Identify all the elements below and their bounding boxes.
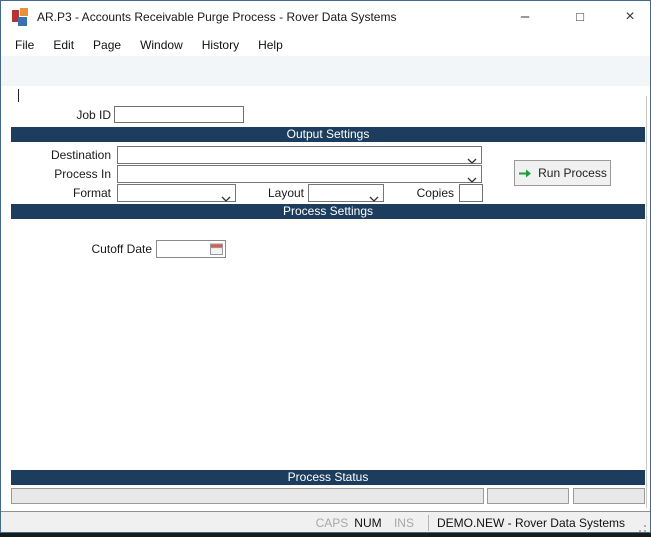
menu-page[interactable]: Page (93, 38, 121, 52)
format-label: Format (72, 186, 111, 200)
status-time-field (573, 488, 645, 504)
run-arrow-icon (519, 169, 532, 177)
window-title: AR.P3 - Accounts Receivable Purge Proces… (37, 10, 397, 24)
status-count-field (487, 488, 569, 504)
menu-help[interactable]: Help (258, 38, 283, 52)
num-lock-indicator: NUM (354, 516, 382, 530)
caps-lock-indicator: CAPS (315, 516, 349, 530)
scroll-track-line (646, 96, 647, 508)
layout-label: Layout (267, 186, 304, 200)
run-process-button[interactable]: Run Process (514, 160, 611, 186)
destination-dropdown[interactable] (117, 146, 482, 164)
calendar-icon[interactable] (210, 243, 223, 258)
copies-input[interactable] (459, 184, 483, 202)
process-in-label: Process In (54, 167, 111, 181)
cutoff-date-label: Cutoff Date (91, 242, 152, 256)
title-bar: AR.P3 - Accounts Receivable Purge Proces… (1, 1, 650, 33)
process-in-dropdown[interactable] (117, 165, 482, 183)
menu-window[interactable]: Window (140, 38, 183, 52)
insert-mode-indicator: INS (393, 516, 414, 530)
statusbar-divider (427, 515, 429, 531)
menu-file[interactable]: File (15, 38, 34, 52)
menu-edit[interactable]: Edit (53, 38, 74, 52)
output-settings-header: Output Settings (11, 127, 645, 142)
job-id-input[interactable] (114, 106, 244, 123)
menu-history[interactable]: History (202, 38, 239, 52)
status-bar: CAPS NUM INS DEMO.NEW - Rover Data Syste… (1, 511, 650, 533)
copies-label: Copies (416, 186, 454, 200)
status-message-field (11, 488, 484, 504)
app-logo-icon (12, 8, 30, 26)
menu-bar: File Edit Page Window History Help (1, 33, 650, 56)
destination-label: Destination (50, 148, 111, 162)
resize-grip[interactable] (635, 522, 647, 533)
minimize-button[interactable]: – (508, 3, 542, 31)
close-button[interactable]: × (613, 3, 647, 31)
session-label: DEMO.NEW - Rover Data Systems (436, 516, 625, 530)
job-id-label: Job ID (76, 108, 111, 122)
run-process-label: Run Process (538, 166, 607, 180)
process-status-header: Process Status (11, 470, 645, 485)
cutoff-date-input[interactable] (156, 240, 226, 258)
process-settings-header: Process Settings (11, 204, 645, 219)
maximize-button[interactable]: □ (563, 3, 597, 31)
toolbar: ✂ ? × (1, 56, 650, 137)
form-area: Job ID Output Settings Destination Proce… (1, 86, 650, 511)
text-caret (18, 89, 19, 102)
app-window: AR.P3 - Accounts Receivable Purge Proces… (0, 0, 651, 533)
